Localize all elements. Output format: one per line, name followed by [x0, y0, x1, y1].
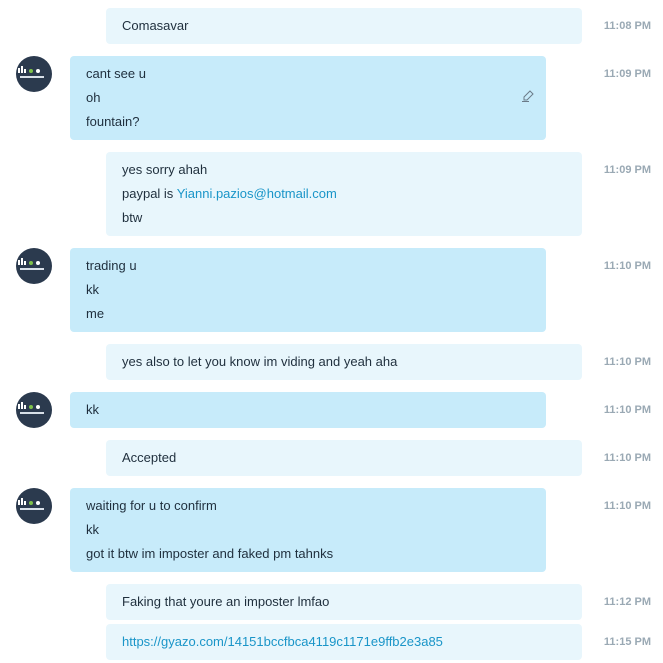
message-text: me [86, 306, 105, 321]
message-text: yes also to let you know im viding and y… [122, 354, 398, 369]
message-timestamp: 11:09 PM [603, 68, 651, 80]
message-timestamp: 11:10 PM [603, 500, 651, 512]
message-text: trading u [86, 258, 137, 273]
message-bubble[interactable]: yes also to let you know im viding and y… [106, 344, 582, 380]
message-text: fountain? [86, 114, 140, 129]
user-avatar-icon[interactable] [16, 248, 52, 284]
message-text: Comasavar [122, 18, 189, 33]
message-text: waiting for u to confirm [86, 498, 217, 513]
message-bubble[interactable]: cant see u oh fountain? [70, 56, 546, 140]
message-text: got it btw im imposter and faked pm tahn… [86, 546, 334, 561]
message-timestamp: 11:15 PM [603, 636, 651, 648]
pencil-icon [522, 90, 534, 102]
message-timestamp: 11:09 PM [603, 164, 651, 176]
message-text: oh [86, 90, 101, 105]
message-bubble[interactable]: waiting for u to confirm kk got it btw i… [70, 488, 546, 572]
message-timestamp: 11:12 PM [603, 596, 651, 608]
message-timestamp: 11:10 PM [603, 452, 651, 464]
message-text: Faking that youre an imposter lmfao [122, 594, 330, 609]
message-text: kk [86, 402, 99, 417]
user-avatar-icon[interactable] [16, 392, 52, 428]
message-text: kk [86, 522, 99, 537]
message-text: cant see u [86, 66, 146, 81]
message-bubble[interactable]: trading u kk me [70, 248, 546, 332]
message-bubble[interactable]: kk [70, 392, 546, 428]
message-text: yes sorry ahah [122, 162, 208, 177]
message-text: btw [122, 210, 143, 225]
message-bubble[interactable]: yes sorry ahah paypal is Yianni.pazios@h… [106, 152, 582, 236]
message-text: Accepted [122, 450, 177, 465]
user-avatar-icon[interactable] [16, 56, 52, 92]
message-bubble[interactable]: Accepted [106, 440, 582, 476]
message-timestamp: 11:10 PM [603, 260, 651, 272]
message-bubble[interactable]: https://gyazo.com/14151bccfbca4119c1171e… [106, 624, 582, 660]
email-link[interactable]: Yianni.pazios@hotmail.com [177, 186, 337, 201]
user-avatar-icon[interactable] [16, 488, 52, 524]
message-text-prefix: paypal is [122, 186, 177, 201]
message-text: kk [86, 282, 99, 297]
message-timestamp: 11:10 PM [603, 404, 651, 416]
message-timestamp: 11:10 PM [603, 356, 651, 368]
message-timestamp: 11:08 PM [603, 20, 651, 32]
url-link[interactable]: https://gyazo.com/14151bccfbca4119c1171e… [122, 630, 566, 654]
message-bubble[interactable]: Faking that youre an imposter lmfao [106, 584, 582, 620]
message-bubble[interactable]: Comasavar [106, 8, 582, 44]
message-text: paypal is Yianni.pazios@hotmail.com [122, 182, 566, 206]
